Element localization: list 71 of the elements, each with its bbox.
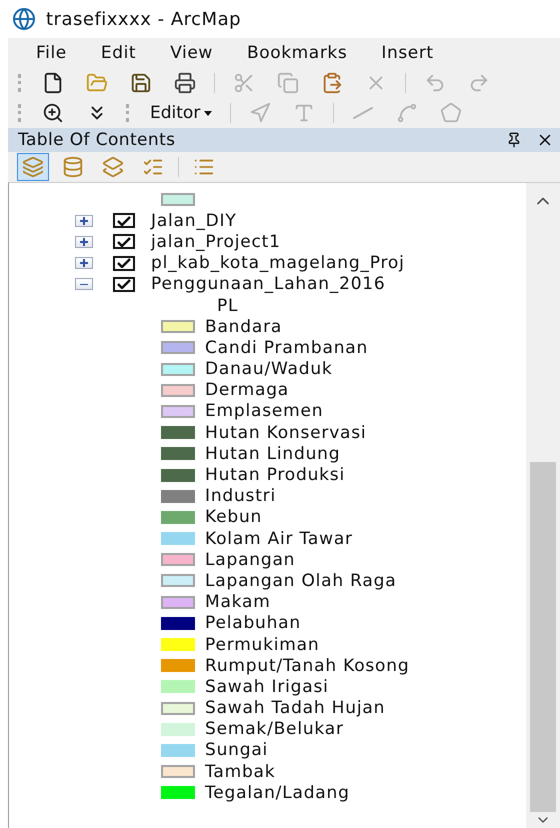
legend-label: Emplasemen [205,401,324,422]
menu-item[interactable]: View [170,43,213,63]
menu-item[interactable]: Insert [381,43,434,63]
layer-checkbox[interactable] [113,213,135,228]
layer-name[interactable]: pl_kab_kota_magelang_Proj [151,253,405,274]
legend-label: Candi Prambanan [205,338,368,358]
undo-icon [424,72,446,94]
polyline-icon [396,102,418,124]
layer-name[interactable]: Penggunaan_Lahan_2016 [151,274,386,294]
expand-toggle[interactable] [75,236,93,248]
scrollbar-thumb[interactable] [530,462,556,812]
text-icon [293,102,316,124]
check-icon [117,236,131,247]
legend-label: Sawah Tadah Hujan [205,698,386,718]
layer-checkbox[interactable] [113,256,135,271]
pin-icon[interactable] [506,132,522,148]
legend-label: Semak/Belukar [205,719,344,740]
panel-title: Table Of Contents [18,130,176,150]
caret-icon [204,110,212,116]
pointer-icon [249,102,272,124]
line-icon [352,106,374,120]
check-icon [117,216,131,226]
expand-toggle[interactable] [75,278,93,290]
legend-label: Tegalan/Ladang [205,782,350,803]
legend-label: Bandara [205,316,282,337]
open-folder-icon [86,72,108,94]
save-icon [130,72,152,94]
legend-label: Pelabuhan [205,613,301,634]
expand-toggle[interactable] [75,214,93,227]
redo-icon [468,72,490,94]
legend-label: Hutan Konservasi [205,422,366,443]
legend-label: Lapangan Olah Raga [205,570,396,591]
legend-label: Danau/Waduk [205,359,333,380]
legend-label: Sawah Irigasi [205,676,329,697]
polygon-icon [440,102,462,124]
layer-name[interactable]: Jalan_DIY [151,210,237,231]
field-name: PL [217,296,238,316]
window-title: trasefixxxx - ArcMap [46,8,242,30]
layer-checkbox[interactable] [113,276,135,292]
zoom-in-icon [42,102,64,124]
legend-label: Lapangan [205,550,296,570]
legend-label: Tambak [205,762,276,782]
editor-dropdown[interactable]: Editor [146,101,216,125]
legend-label: Kolam Air Tawar [205,528,353,549]
legend-label: Kebun [205,507,262,528]
layer-checkbox[interactable] [113,234,135,250]
stacked-layers-icon [102,156,124,178]
printer-icon [174,72,196,94]
legend-label: Rumput/Tanah Kosong [205,656,410,676]
legend-label: Permukiman [205,634,320,655]
check-icon [117,258,131,268]
legend-label: Makam [205,592,271,612]
app-globe-icon [12,7,36,31]
menu-item[interactable]: Bookmarks [246,43,348,63]
scissors-icon [233,72,255,94]
layer-name[interactable]: jalan_Project1 [151,232,281,252]
layers-list-button[interactable] [18,154,48,180]
copy-icon [277,72,299,94]
menu-item[interactable]: Edit [100,43,136,63]
database-icon [62,156,84,178]
check-icon [117,279,131,290]
menu-item[interactable]: File [36,43,67,63]
legend-label: Hutan Lindung [205,444,340,464]
expand-toggle[interactable] [75,257,93,270]
legend-label: Hutan Produksi [205,465,345,486]
legend-label: Industri [205,486,276,506]
paste-icon [321,72,343,94]
new-document-icon [42,72,64,94]
legend-label: Dermaga [205,380,290,400]
layers-list-icon [22,156,44,178]
legend-label: Sungai [205,740,268,760]
